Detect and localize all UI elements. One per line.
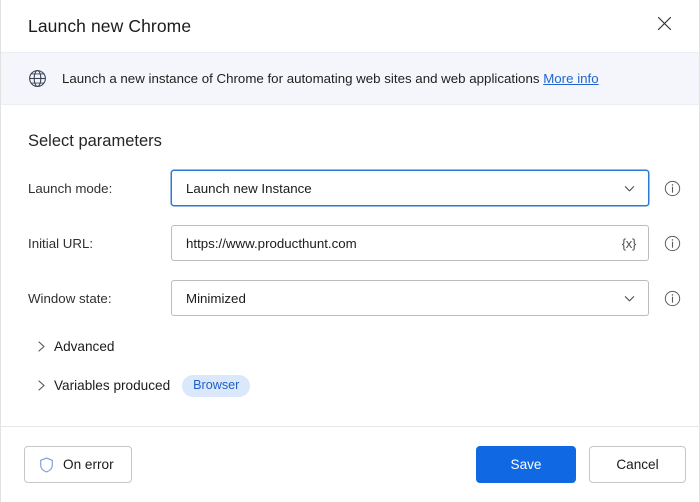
variable-badge-browser[interactable]: Browser	[182, 375, 251, 397]
info-icon-window-state[interactable]	[663, 289, 681, 307]
chevron-down-icon	[622, 181, 636, 195]
section-title: Select parameters	[28, 132, 162, 150]
advanced-label: Advanced	[54, 338, 115, 354]
dialog-titlebar: Launch new Chrome	[1, 0, 699, 52]
info-icon-launch-mode[interactable]	[663, 179, 681, 197]
chevron-right-icon	[33, 378, 49, 394]
variables-produced-label: Variables produced	[54, 378, 171, 394]
info-banner-description: Launch a new instance of Chrome for auto…	[62, 70, 540, 86]
dialog-footer: On error Save Cancel	[1, 426, 699, 502]
info-icon-initial-url[interactable]	[663, 234, 681, 252]
page-title: Launch new Chrome	[28, 15, 192, 36]
field-row-window-state: Window state: Minimized	[28, 280, 680, 316]
advanced-section-toggle[interactable]: Advanced	[28, 338, 114, 354]
label-launch-mode: Launch mode:	[28, 180, 113, 196]
globe-icon	[28, 69, 48, 89]
launch-mode-select[interactable]: Launch new Instance	[171, 170, 649, 206]
field-row-launch-mode: Launch mode: Launch new Instance	[28, 170, 680, 206]
launch-chrome-dialog: Launch new Chrome Launch a new instance …	[0, 0, 700, 502]
launch-mode-value: Launch new Instance	[186, 180, 312, 196]
chevron-right-icon	[33, 338, 49, 354]
info-banner-text: Launch a new instance of Chrome for auto…	[62, 71, 599, 87]
control-wrap-window-state: Minimized	[171, 280, 649, 316]
save-button[interactable]: Save	[476, 446, 576, 483]
control-wrap-launch-mode: Launch new Instance	[171, 170, 649, 206]
control-wrap-initial-url: https://www.producthunt.com {x}	[171, 225, 649, 261]
more-info-link[interactable]: More info	[543, 71, 598, 86]
dialog-body: Select parameters Launch mode: Launch ne…	[1, 105, 699, 426]
variable-picker-icon[interactable]: {x}	[616, 236, 637, 251]
on-error-label: On error	[63, 457, 114, 472]
shield-icon	[39, 457, 54, 473]
label-window-state: Window state:	[28, 290, 112, 306]
initial-url-value: https://www.producthunt.com	[186, 235, 357, 251]
on-error-button[interactable]: On error	[24, 446, 132, 483]
field-row-initial-url: Initial URL: https://www.producthunt.com…	[28, 225, 680, 261]
window-state-value: Minimized	[186, 290, 246, 306]
close-icon	[657, 16, 672, 36]
label-initial-url: Initial URL:	[28, 235, 94, 251]
chevron-down-icon	[622, 291, 636, 305]
variables-produced-toggle[interactable]: Variables produced Browser	[28, 375, 251, 397]
cancel-button[interactable]: Cancel	[589, 446, 686, 483]
info-banner: Launch a new instance of Chrome for auto…	[1, 52, 699, 105]
window-state-select[interactable]: Minimized	[171, 280, 649, 316]
close-button[interactable]	[647, 9, 681, 43]
initial-url-input[interactable]: https://www.producthunt.com {x}	[171, 225, 649, 261]
